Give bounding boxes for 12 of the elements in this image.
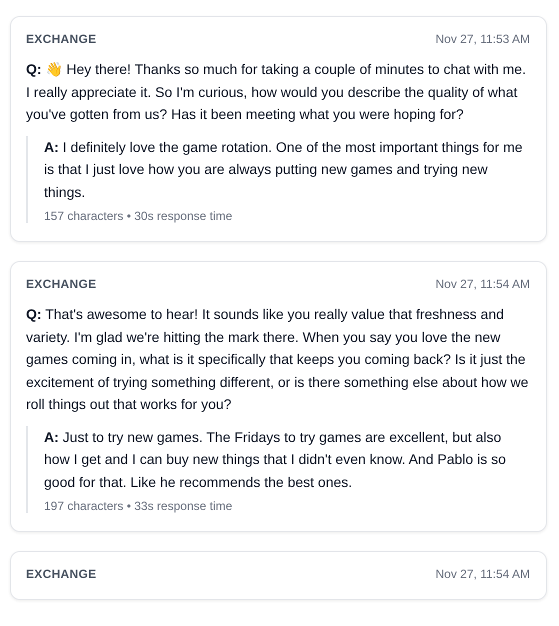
timestamp: Nov 27, 11:54 AM — [436, 567, 530, 581]
exchange-heading: EXCHANGE — [26, 277, 96, 291]
timestamp: Nov 27, 11:53 AM — [436, 32, 530, 46]
answer-stats: 157 characters • 30s response time — [44, 209, 234, 223]
answer-text: A: I definitely love the game rotation. One of the most important things for me is that I just love how you are always putting new games and trying new things. — [44, 138, 524, 202]
question-text: Q: 👋 Hey there! Thanks so much for taking a couple of minutes to chat with me. I really appreciate it. So I'm curious, how would you describe the quality of what you've gotten from us? Has it been meeting what you were hoping for? — [26, 60, 527, 124]
answer-text: A: Just to try new games. The Fridays to try games are excellent, but also how I get and I can buy new things that I didn't even know. And Pablo is so good for that. Like he recommends the best ones. — [44, 428, 507, 492]
question-text: Q: That's awesome to hear! It sounds like you really value that freshness and variety. I'm glad we're hitting the mark there. When you say you love the new games coming in, what is it specifically that keeps you coming back? Is it just the excitement of trying something different, or is there something else about how we roll things out that works for you? — [26, 305, 530, 414]
exchange-heading: EXCHANGE — [26, 32, 96, 46]
exchange-heading: EXCHANGE — [26, 567, 96, 581]
timestamp: Nov 27, 11:54 AM — [436, 277, 530, 291]
answer-stats: 197 characters • 33s response time — [44, 499, 234, 513]
